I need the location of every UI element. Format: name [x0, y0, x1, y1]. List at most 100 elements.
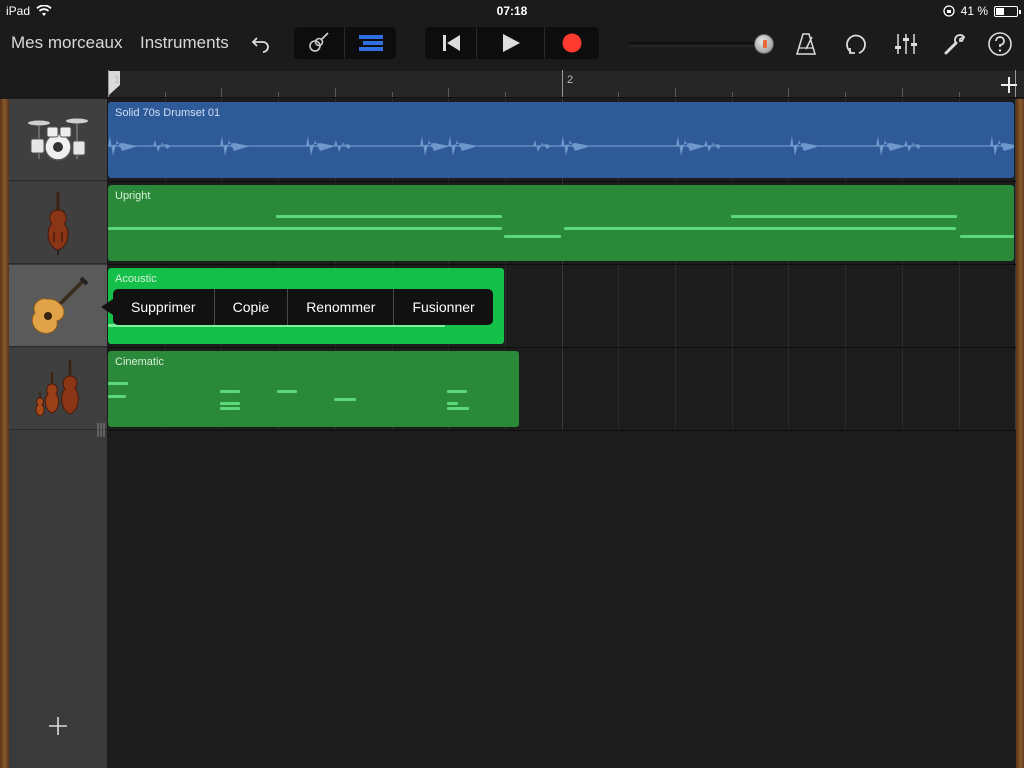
help-icon [988, 32, 1012, 56]
mixer-button[interactable] [892, 30, 920, 58]
ruler-tick [392, 92, 393, 97]
undo-button[interactable] [248, 30, 276, 58]
clock: 07:18 [496, 4, 528, 18]
string-ensemble-icon [35, 359, 79, 417]
volume-track [628, 42, 758, 47]
play-icon [502, 34, 520, 52]
add-section-button[interactable] [994, 71, 1024, 98]
ruler-tick [959, 92, 960, 97]
lane-cinematic: Cinematic [108, 348, 1016, 431]
midi-note [220, 390, 240, 393]
garageband-tracks-view: iPad 07:18 41 % Mes morceaux Instruments [0, 0, 1024, 768]
metronome-button[interactable] [792, 30, 820, 58]
timeline: Solid 70s Drumset 01 Upright Acoustic Ci… [108, 99, 1016, 768]
delete-menu-item[interactable]: Supprimer [113, 289, 215, 325]
my-songs-button[interactable]: Mes morceaux [11, 33, 122, 53]
ruler-tick [221, 88, 222, 97]
track-headers [9, 99, 107, 768]
transport-controls [425, 27, 599, 59]
acoustic-guitar-icon [31, 276, 89, 334]
wood-panel-left [0, 99, 9, 768]
midi-note [960, 235, 1014, 238]
midi-note [564, 227, 956, 230]
help-button[interactable] [986, 30, 1014, 58]
volume-knob[interactable] [754, 34, 774, 54]
drum-kit-icon [28, 118, 88, 161]
region-label: Upright [115, 190, 151, 202]
region-drums[interactable]: Solid 70s Drumset 01 [108, 102, 1014, 178]
battery-icon [994, 5, 1021, 17]
plus-icon [1001, 76, 1017, 93]
toolbar: Mes morceaux Instruments [0, 22, 1024, 66]
settings-button[interactable] [941, 30, 969, 58]
midi-note [220, 402, 240, 405]
instrument-view-button[interactable] [294, 27, 345, 59]
region-label: Solid 70s Drumset 01 [115, 107, 221, 119]
record-icon [562, 33, 582, 53]
region-context-menu: Supprimer Copie Renommer Fusionner [101, 289, 493, 325]
rotation-lock-icon [942, 5, 955, 17]
track-header-cinematic-strings[interactable] [9, 348, 107, 430]
midi-note [447, 390, 467, 393]
bar-number-2: 2 [567, 74, 574, 86]
timeline-ruler[interactable]: 1 2 [108, 70, 1024, 98]
drum-hit [420, 136, 450, 156]
midi-note [108, 395, 126, 398]
ruler-tick [618, 92, 619, 97]
midi-note [108, 382, 128, 385]
loop-icon [846, 34, 866, 54]
play-button[interactable] [477, 27, 545, 59]
record-button[interactable] [545, 27, 599, 59]
region-upright[interactable]: Upright [108, 185, 1014, 261]
ruler-tick [732, 92, 733, 97]
lane-drums: Solid 70s Drumset 01 [108, 99, 1016, 182]
drum-hit [990, 136, 1014, 156]
ruler-tick [675, 88, 676, 97]
region-label: Cinematic [115, 356, 164, 368]
track-header-drums[interactable] [9, 99, 107, 181]
ruler-tick [335, 88, 336, 97]
ruler-tick [165, 92, 166, 97]
track-header-acoustic-guitar[interactable] [9, 265, 107, 347]
midi-note [334, 398, 356, 401]
tracks-icon [358, 35, 383, 51]
ruler-tick [845, 92, 846, 97]
mixer-icon [895, 34, 917, 54]
midi-note [108, 227, 502, 230]
instruments-button[interactable]: Instruments [140, 33, 229, 53]
guitar-icon [309, 32, 329, 52]
drum-hit [306, 136, 336, 156]
drum-hit [561, 136, 591, 156]
ruler-tick [562, 70, 563, 97]
metronome-icon [795, 33, 817, 55]
midi-note [220, 407, 240, 410]
rename-menu-item[interactable]: Renommer [288, 289, 395, 325]
region-cinematic[interactable]: Cinematic [108, 351, 519, 427]
ruler-tick [902, 88, 903, 97]
plus-icon [49, 717, 67, 735]
rewind-button[interactable] [425, 27, 477, 59]
rewind-icon [442, 35, 460, 51]
waveform [108, 136, 1014, 156]
master-volume-slider[interactable] [628, 34, 774, 54]
tracks-view-button[interactable] [345, 27, 396, 59]
upright-bass-icon [47, 191, 69, 255]
status-bar: iPad 07:18 41 % [0, 0, 1024, 22]
drum-hit [220, 136, 250, 156]
loop-browser-button[interactable] [843, 30, 871, 58]
drum-hit [790, 136, 820, 156]
midi-note [447, 402, 458, 405]
track-header-upright-bass[interactable] [9, 182, 107, 264]
battery-percent: 41 % [960, 4, 988, 18]
copy-menu-item[interactable]: Copie [215, 289, 289, 325]
merge-menu-item[interactable]: Fusionner [394, 289, 492, 325]
drum-hit [108, 136, 138, 156]
ruler-tick [278, 92, 279, 97]
resize-handle-icon[interactable] [97, 423, 105, 437]
add-track-button[interactable] [43, 711, 73, 741]
drum-hit [876, 136, 906, 156]
ruler-tick [788, 88, 789, 97]
midi-note [731, 215, 957, 218]
drum-hit [448, 136, 478, 156]
undo-icon [251, 37, 269, 53]
